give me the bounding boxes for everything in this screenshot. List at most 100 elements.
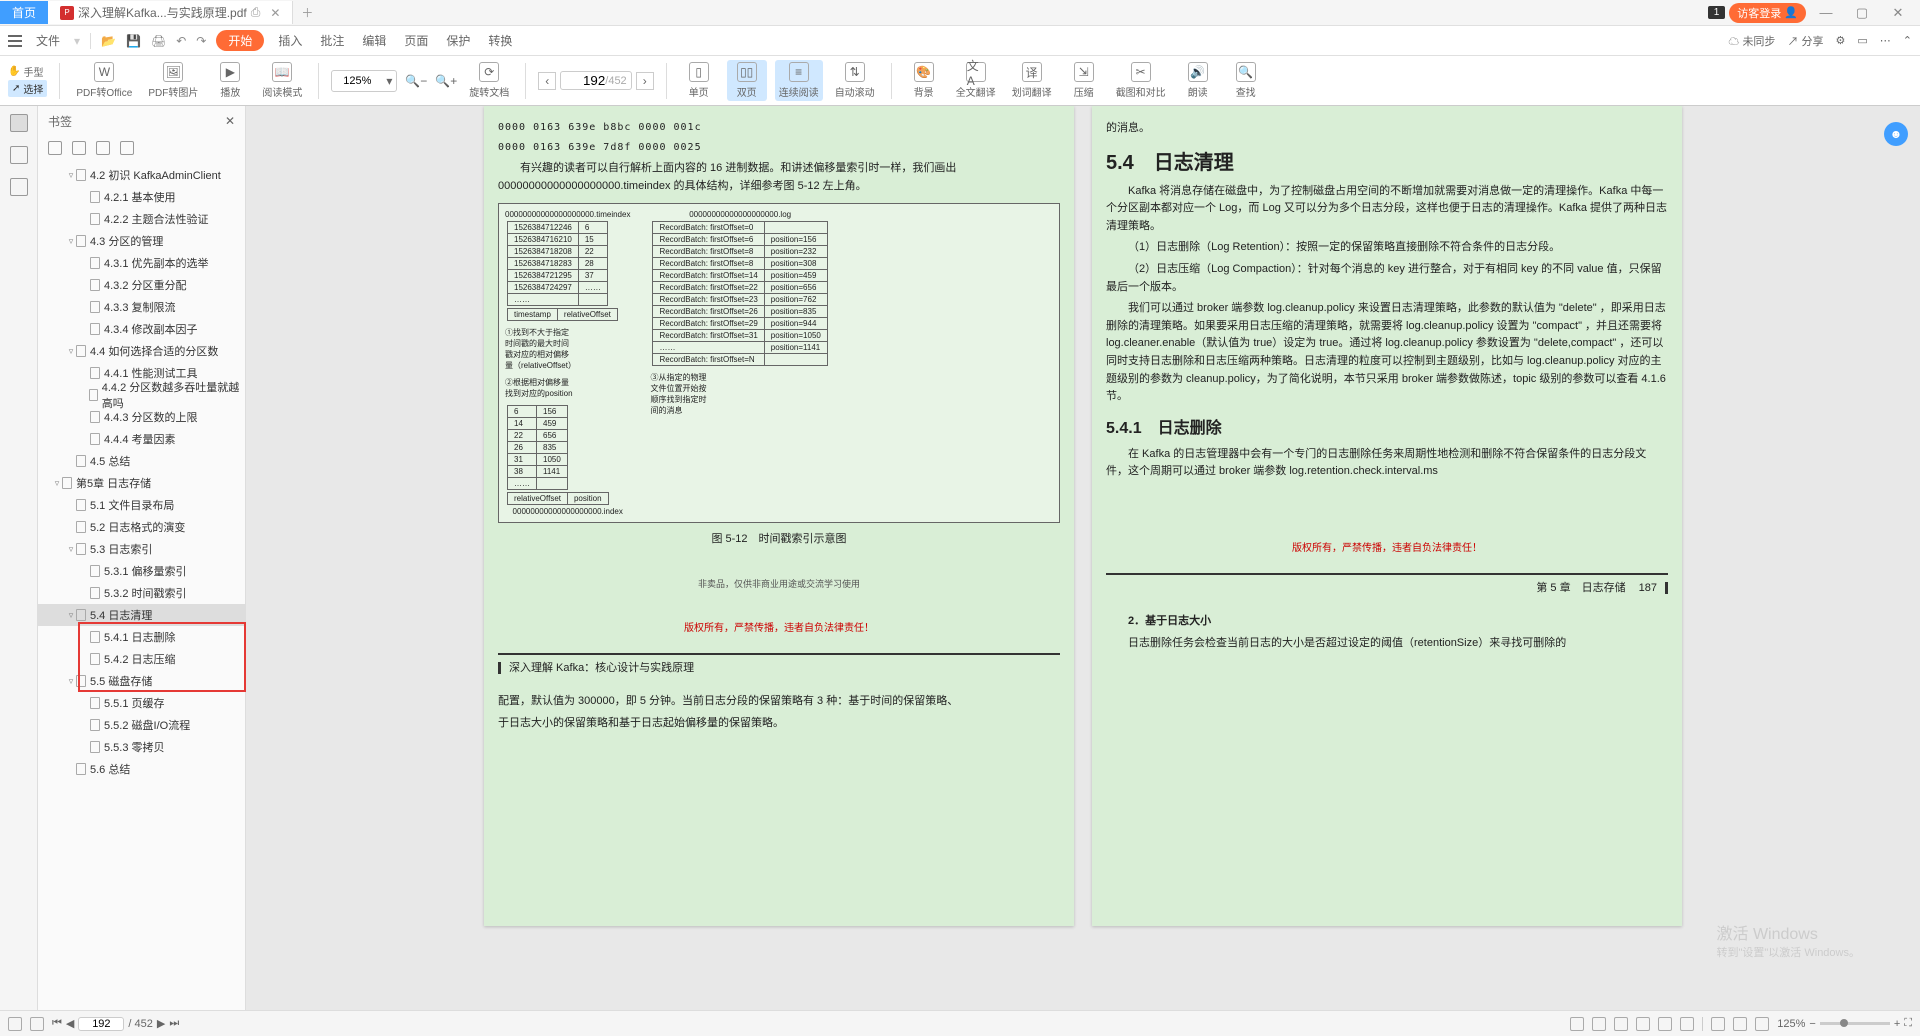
sb-last-icon[interactable]: ⏭ (169, 1017, 179, 1030)
bookmark-item[interactable]: 5.3.2 时间戳索引 (38, 582, 245, 604)
tool-compress[interactable]: ⇲压缩 (1064, 60, 1104, 101)
tool-read[interactable]: 🔊朗读 (1178, 60, 1218, 101)
zoom-in-icon[interactable]: 🔍+ (435, 74, 457, 88)
content-area[interactable]: ☻ 0000 0163 639e b8bc 0000 001c 0000 016… (246, 106, 1920, 1010)
bm-tool-1[interactable] (48, 141, 62, 155)
sb-page-input[interactable] (78, 1017, 124, 1031)
bookmark-item[interactable]: 5.5.3 零拷贝 (38, 736, 245, 758)
bookmark-item[interactable]: 5.5.2 磁盘I/O流程 (38, 714, 245, 736)
save-icon[interactable]: 💾 (126, 34, 141, 48)
zoom-out-icon[interactable]: 🔍− (405, 74, 427, 88)
bookmark-item[interactable]: 5.4.1 日志删除 (38, 626, 245, 648)
bm-tool-2[interactable] (72, 141, 86, 155)
bookmark-item[interactable]: ▿第5章 日志存储 (38, 472, 245, 494)
sb-zoom-value[interactable]: 125% (1777, 1018, 1805, 1030)
tool-double-page[interactable]: ▯▯双页 (727, 60, 767, 101)
menu-page[interactable]: 页面 (400, 30, 432, 51)
sb-thumb-icon[interactable] (30, 1017, 44, 1031)
minimize-icon[interactable]: — (1810, 5, 1842, 20)
tab-home[interactable]: 首页 (0, 1, 48, 24)
annotation-rail-icon[interactable] (10, 178, 28, 196)
tool-select[interactable]: ➚选择 (8, 80, 47, 97)
sb-view5-icon[interactable] (1658, 1017, 1672, 1031)
bookmark-item[interactable]: 4.5 总结 (38, 450, 245, 472)
tab-add[interactable]: ＋ (293, 1, 321, 24)
tool-find[interactable]: 🔍查找 (1226, 60, 1266, 101)
zoom-combo[interactable]: ▾ (331, 70, 397, 92)
menu-convert[interactable]: 转换 (484, 30, 516, 51)
bookmark-item[interactable]: 4.2.2 主题合法性验证 (38, 208, 245, 230)
sync-status[interactable]: ☁ 未同步 (1728, 33, 1775, 49)
collapse-icon[interactable]: ⌃ (1903, 34, 1912, 47)
print-icon[interactable]: 🖨 (151, 34, 166, 48)
maximize-icon[interactable]: ▢ (1846, 5, 1878, 21)
tool-fulltrans[interactable]: 文A全文翻译 (952, 60, 1000, 101)
bookmark-item[interactable]: 4.4.2 分区数越多吞吐量就越高吗 (38, 384, 245, 406)
sb-fit1-icon[interactable] (1711, 1017, 1725, 1031)
settings-icon[interactable]: ⚙ (1836, 34, 1846, 47)
bookmark-item[interactable]: ▿5.5 磁盘存储 (38, 670, 245, 692)
tool-play[interactable]: ▶播放 (210, 60, 250, 101)
tool-background[interactable]: 🎨背景 (904, 60, 944, 101)
bookmark-item[interactable]: 5.3.1 偏移量索引 (38, 560, 245, 582)
bookmark-item[interactable]: 4.2.1 基本使用 (38, 186, 245, 208)
sb-sidebar-icon[interactable] (8, 1017, 22, 1031)
tool-single-page[interactable]: ▯单页 (679, 60, 719, 101)
share-button[interactable]: ↗ 分享 (1787, 33, 1823, 49)
skin-icon[interactable]: ▭ (1857, 34, 1867, 47)
sb-prev-icon[interactable]: ◀ (66, 1017, 74, 1030)
chevron-down-icon[interactable]: ▾ (382, 74, 396, 88)
sb-view6-icon[interactable] (1680, 1017, 1694, 1031)
bookmark-item[interactable]: 4.3.4 修改副本因子 (38, 318, 245, 340)
bm-tool-3[interactable] (96, 141, 110, 155)
login-button[interactable]: 访客登录👤 (1729, 3, 1806, 23)
bookmark-close-icon[interactable]: ✕ (225, 114, 235, 128)
bookmark-item[interactable]: ▿5.3 日志索引 (38, 538, 245, 560)
bookmark-tree[interactable]: ▿4.2 初识 KafkaAdminClient4.2.1 基本使用4.2.2 … (38, 160, 245, 1010)
bookmark-item[interactable]: ▿4.3 分区的管理 (38, 230, 245, 252)
sb-view3-icon[interactable] (1614, 1017, 1628, 1031)
tool-rotate[interactable]: ⟳旋转文档 (465, 60, 513, 101)
tool-readmode[interactable]: 📖阅读模式 (258, 60, 306, 101)
sb-next-icon[interactable]: ▶ (157, 1017, 165, 1030)
sb-view4-icon[interactable] (1636, 1017, 1650, 1031)
assistant-float-icon[interactable]: ☻ (1884, 122, 1908, 146)
menu-insert[interactable]: 插入 (274, 30, 306, 51)
tool-autoscroll[interactable]: ⇅自动滚动 (831, 60, 879, 101)
bookmark-item[interactable]: 4.3.2 分区重分配 (38, 274, 245, 296)
sb-view2-icon[interactable] (1592, 1017, 1606, 1031)
notification-badge[interactable]: 1 (1708, 6, 1726, 19)
tool-wordtrans[interactable]: 译划词翻译 (1008, 60, 1056, 101)
tool-pdf2img[interactable]: 🖼PDF转图片 (144, 60, 202, 101)
undo-icon[interactable]: ↶ (176, 34, 186, 48)
redo-icon[interactable]: ↷ (196, 34, 206, 48)
bookmark-item[interactable]: 5.1 文件目录布局 (38, 494, 245, 516)
bookmark-item[interactable]: 5.4.2 日志压缩 (38, 648, 245, 670)
page-prev-icon[interactable]: ‹ (538, 72, 556, 90)
bookmark-rail-icon[interactable] (10, 114, 28, 132)
sb-fit3-icon[interactable] (1755, 1017, 1769, 1031)
tool-pdf2office[interactable]: WPDF转Office (72, 60, 136, 101)
page-next-icon[interactable]: › (636, 72, 654, 90)
tool-crop[interactable]: ✂截图和对比 (1112, 60, 1170, 101)
bookmark-item[interactable]: 4.4.4 考量因素 (38, 428, 245, 450)
menu-file[interactable]: 文件 (32, 30, 64, 51)
bookmark-item[interactable]: 4.3.1 优先副本的选举 (38, 252, 245, 274)
zoom-input[interactable] (332, 75, 382, 87)
open-icon[interactable]: 📂 (101, 34, 116, 48)
sb-zoom-out-icon[interactable]: − (1809, 1018, 1815, 1030)
menu-annotate[interactable]: 批注 (316, 30, 348, 51)
sb-fit2-icon[interactable] (1733, 1017, 1747, 1031)
sb-first-icon[interactable]: ⏮ (52, 1017, 62, 1030)
sb-view1-icon[interactable] (1570, 1017, 1584, 1031)
tool-hand[interactable]: ✋手型 (8, 64, 47, 79)
tool-continuous[interactable]: ≡连续阅读 (775, 60, 823, 101)
sb-zoom-in-icon[interactable]: + (1894, 1018, 1900, 1030)
bookmark-item[interactable]: 5.6 总结 (38, 758, 245, 780)
page-input[interactable] (565, 73, 605, 88)
tab-file[interactable]: P 深入理解Kafka...与实践原理.pdf ⎙ ✕ (48, 1, 293, 24)
bookmark-item[interactable]: ▿4.4 如何选择合适的分区数 (38, 340, 245, 362)
menu-start[interactable]: 开始 (216, 30, 264, 51)
thumbnail-rail-icon[interactable] (10, 146, 28, 164)
bookmark-item[interactable]: 5.5.1 页缓存 (38, 692, 245, 714)
